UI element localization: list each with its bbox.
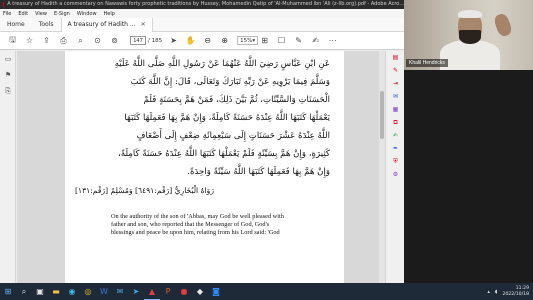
arabic-line: يَعْمَلْهَا كَتَبَهَا اللَّهُ عِنْدَهُ ح…	[124, 113, 330, 123]
english-line: blessings and peace be upon him, relatin…	[111, 229, 280, 236]
upload-cloud-icon[interactable]: ⇪	[40, 34, 53, 47]
file-explorer-icon[interactable]: ▬	[48, 283, 64, 300]
window-title: A treasury of Hadith a commentary on Naw…	[7, 1, 404, 7]
edge-browser-icon[interactable]: ◉	[64, 283, 80, 300]
zoom-value: 15%	[240, 37, 253, 44]
select-cursor-icon[interactable]: ➤	[167, 34, 180, 47]
fit-page-icon[interactable]: ⊞	[258, 34, 271, 47]
zoom-select[interactable]: 15% ▾	[237, 36, 259, 45]
windows-start-icon[interactable]: ⊞	[0, 283, 16, 300]
document-viewport[interactable]: عَنِ ابْنِ عَبَّاسٍ رَضِيَ اللَّهُ عَنْه…	[17, 51, 379, 283]
tab-bar: Home Tools A treasury of Hadith ... ✕	[0, 17, 404, 32]
toolbar: 🖫 ☆ ⇪ ⎙ ⌕ ⊙ ⊚ 147 / 185 ➤ ✋ ⊖ ⊕ 15% ▾ ⊞ …	[0, 32, 404, 50]
arabic-line: عَنِ ابْنِ عَبَّاسٍ رَضِيَ اللَّهُ عَنْه…	[114, 59, 330, 69]
more-tools-rail-icon[interactable]: ⚙	[386, 168, 405, 181]
sign-icon[interactable]: ✍	[309, 34, 322, 47]
page-thumbnails-icon[interactable]: ▭	[0, 51, 16, 67]
tab-home[interactable]: Home	[0, 21, 32, 28]
export-pdf-icon[interactable]: ⇥	[386, 77, 405, 90]
zoom-meeting-icon[interactable]: ◙	[208, 283, 224, 300]
mail-icon[interactable]: ✉	[112, 283, 128, 300]
english-line: On the authority of the son of 'Abbas, m…	[111, 213, 284, 220]
fill-sign-icon[interactable]: ✍	[386, 129, 405, 142]
left-navigation-pane: ▭ ⚑ ⎘	[0, 51, 16, 283]
clock[interactable]: 11:29 2022/10/18	[503, 286, 529, 298]
page-navigator: 147 / 185	[130, 36, 162, 45]
system-tray: ▴ ◖ 11:29 2022/10/18	[487, 283, 529, 300]
tab-document-label: A treasury of Hadith ...	[67, 20, 136, 28]
organize-pages-icon[interactable]: ▦	[386, 103, 405, 116]
close-tab-icon[interactable]: ✕	[141, 18, 146, 32]
scrollbar-thumb[interactable]	[380, 91, 384, 139]
arabic-line: وَإِنْ هَمَّ بِهَا فَعَمِلَهَا كَتَبَهَا…	[187, 167, 330, 177]
tab-tools[interactable]: Tools	[32, 21, 61, 28]
page-total: / 185	[148, 37, 163, 44]
page-down-icon[interactable]: ⊚	[108, 34, 121, 47]
zoom-in-icon[interactable]: ⊕	[218, 34, 231, 47]
more-tools-icon[interactable]: ⋯	[326, 34, 339, 47]
zoom-out-icon[interactable]: ⊖	[201, 34, 214, 47]
arabic-line: الْحَسَنَاتِ وَالسَّيِّئَاتِ، ثُمَّ بَيَ…	[143, 95, 330, 105]
menu-esign[interactable]: E-Sign	[54, 11, 70, 17]
acrobat-app-icon	[3, 2, 5, 7]
app-icon-red[interactable]: ●	[176, 283, 192, 300]
comment-tool-icon[interactable]: ✉	[386, 90, 405, 103]
title-bar: A treasury of Hadith a commentary on Naw…	[0, 0, 404, 9]
app-icon-grey[interactable]: ◆	[192, 283, 208, 300]
screen: A treasury of Hadith a commentary on Naw…	[0, 0, 533, 300]
powerpoint-icon[interactable]: P	[160, 283, 176, 300]
pdf-page: عَنِ ابْنِ عَبَّاسٍ رَضِيَ اللَّهُ عَنْه…	[65, 51, 344, 283]
arabic-line: كَثِيرَةٍ، وَإِنْ هَمَّ بِسَيِّئَةٍ فَلَ…	[118, 149, 330, 159]
word-icon[interactable]: W	[96, 283, 112, 300]
page-up-icon[interactable]: ⊙	[91, 34, 104, 47]
acrobat-taskbar-icon[interactable]: ▲	[144, 283, 160, 300]
bookmark-star-icon[interactable]: ☆	[23, 34, 36, 47]
attachments-icon[interactable]: ⎘	[0, 83, 16, 99]
chrome-icon[interactable]: ◎	[80, 283, 96, 300]
webcam-feed: Khalil Hendricks	[404, 0, 533, 70]
hand-tool-icon[interactable]: ✋	[184, 34, 197, 47]
combine-files-icon[interactable]: ⧉	[386, 116, 405, 129]
bookmarks-icon[interactable]: ⚑	[0, 67, 16, 83]
save-icon[interactable]: 🖫	[6, 34, 19, 47]
english-line: father and son, who reported that the Me…	[111, 221, 270, 228]
highlight-icon[interactable]: ✎	[292, 34, 305, 47]
clock-date: 2022/10/18	[502, 291, 529, 297]
acrobat-window: A treasury of Hadith a commentary on Naw…	[0, 0, 404, 283]
menu-file[interactable]: File	[3, 11, 11, 17]
menu-view[interactable]: View	[35, 11, 47, 17]
chevron-down-icon: ▾	[252, 37, 256, 44]
right-tools-pane: ▤ ✎ ⇥ ✉ ▦ ⧉ ✍ ✒ ⛨ ⚙	[385, 51, 404, 283]
page-number-input[interactable]: 147	[130, 36, 146, 45]
task-view-icon[interactable]: ▣	[32, 283, 48, 300]
menu-window[interactable]: Window	[77, 11, 97, 17]
comment-icon[interactable]: ☐	[275, 34, 288, 47]
protect-icon[interactable]: ⛨	[386, 155, 405, 168]
empty-panel	[404, 70, 533, 283]
windows-taskbar: ⊞ ⌕ ▣ ▬ ◉ ◎ W ✉ ➤ ▲ P ● ◆ ◙ ▴ ◖ 11:29 20…	[0, 283, 533, 300]
search-icon[interactable]: ⌕	[74, 34, 87, 47]
participant-name: Khalil Hendricks	[406, 59, 448, 67]
send-for-signature-icon[interactable]: ✒	[386, 142, 405, 155]
tab-document[interactable]: A treasury of Hadith ... ✕	[60, 17, 153, 32]
menu-edit[interactable]: Edit	[18, 11, 28, 17]
arabic-source: رَوَاهُ الْبُخَارِيُّ [رَقْم:٦٤٩١] وَمُس…	[75, 186, 214, 195]
print-icon[interactable]: ⎙	[57, 34, 70, 47]
taskbar-search-icon[interactable]: ⌕	[16, 283, 32, 300]
telegram-icon[interactable]: ➤	[128, 283, 144, 300]
create-pdf-icon[interactable]: ▤	[386, 51, 405, 64]
menu-help[interactable]: Help	[104, 11, 115, 17]
arabic-line: اللَّهُ عِنْدَهُ عَشْرَ حَسَنَاتٍ إِلَى …	[136, 131, 330, 141]
edit-pdf-icon[interactable]: ✎	[386, 64, 405, 77]
volume-icon[interactable]: ◖	[495, 289, 498, 295]
arabic-line: وَسَلَّمَ فِيمَا يَرْوِيهِ عَنْ رَبِّهِ …	[130, 77, 330, 87]
network-icon[interactable]: ▴	[487, 289, 490, 295]
